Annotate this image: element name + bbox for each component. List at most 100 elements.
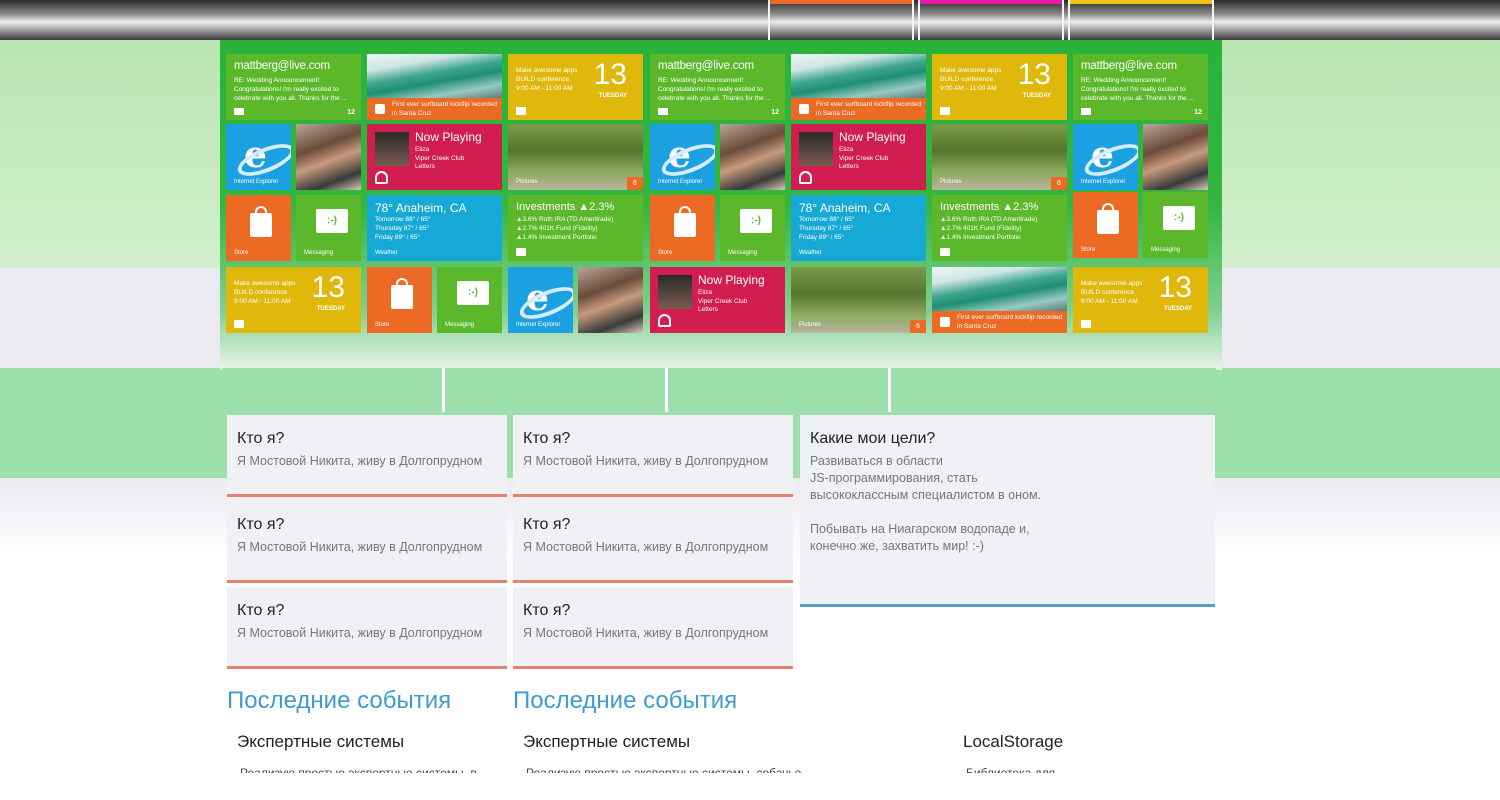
messaging-tile-3[interactable]: :-) Messaging [1143, 192, 1208, 258]
rss-icon [799, 104, 809, 114]
now-playing-tile-2[interactable]: Now Playing Eliza Viper Creek Club Lette… [791, 124, 926, 190]
album-art [799, 132, 833, 166]
shopping-bag-icon [391, 278, 413, 309]
calendar-event: Make awesome apps BUILD conference 9:00 … [940, 67, 1002, 92]
now-playing-tile-3[interactable]: Now Playing Eliza Viper Creek Club Lette… [650, 267, 785, 333]
about-card[interactable]: Кто я? Я Мостовой Никита, живу в Долгопр… [227, 415, 507, 497]
calendar-day: 13 [1158, 271, 1192, 304]
people-tile-4[interactable] [578, 267, 643, 333]
people-tile[interactable] [296, 124, 361, 190]
speech-bubble-icon: :-) [1163, 206, 1195, 230]
album-art [658, 275, 692, 309]
card-text: Развиваться в области JS-программировани… [810, 454, 1042, 553]
speech-bubble-icon: :-) [457, 281, 489, 305]
weather-city: 78° Anaheim, CA [799, 201, 891, 215]
about-card[interactable]: Кто я? Я Мостовой Никита, живу в Долгопр… [513, 501, 793, 583]
investments-tile[interactable]: Investments ▲2.3% ▲3.6% Roth IRA (TD Ame… [508, 195, 643, 261]
card-title: Кто я? [523, 430, 571, 447]
weather-forecast: Tomorrow 88° / 65° Thursday 87° / 65° Fr… [375, 216, 431, 241]
strip-cell[interactable] [222, 368, 445, 412]
event-snippet: Библиотека для [966, 766, 1056, 773]
about-card[interactable]: Кто я? Я Мостовой Никита, живу в Долгопр… [513, 587, 793, 669]
event-title[interactable]: LocalStorage [963, 732, 1063, 752]
calendar-tile-2[interactable]: Make awesome apps BUILD conference 9:00 … [932, 54, 1067, 120]
weather-tile[interactable]: 78° Anaheim, CA Tomorrow 88° / 65° Thurs… [367, 195, 502, 261]
pictures-tile-2[interactable]: Pictures 6 [932, 124, 1067, 190]
goals-card[interactable]: Какие мои цели? Развиваться в области JS… [800, 415, 1215, 607]
investments-tile-2[interactable]: Investments ▲2.3% ▲3.6% Roth IRA (TD Ame… [932, 195, 1067, 261]
speech-bubble-icon: :-) [740, 209, 772, 233]
about-card[interactable]: Кто я? Я Мостовой Никита, живу в Долгопр… [227, 501, 507, 583]
pictures-label: Pictures [799, 322, 821, 328]
strip-cell[interactable] [891, 368, 1216, 412]
now-playing-meta: Eliza Viper Creek Club Letters [415, 146, 464, 172]
calendar-day: 13 [1017, 58, 1051, 91]
artist: Eliza [839, 146, 854, 153]
investments-title: Investments ▲2.3% [940, 201, 1039, 213]
calendar-day: 13 [593, 58, 627, 91]
surf-news-tile-2[interactable]: First ever surfboard kickflip recorded i… [791, 54, 926, 120]
card-title: Кто я? [523, 602, 571, 619]
store-tile-3[interactable]: Store [1073, 192, 1138, 258]
mail-tile[interactable]: mattberg@live.com RE: Wedding Announceme… [226, 54, 361, 120]
pictures-tile-3[interactable]: Pictures 6 [791, 267, 926, 333]
track: Letters [839, 163, 859, 170]
nav-tab-orange[interactable] [768, 0, 914, 40]
surf-news-tile-3[interactable]: First ever surfboard kickflip recorded i… [932, 267, 1067, 333]
pictures-count: 6 [910, 320, 926, 333]
card-title: Кто я? [523, 516, 571, 533]
people-tile-2[interactable] [720, 124, 785, 190]
weather-forecast: Tomorrow 88° / 65° Thursday 87° / 65° Fr… [799, 216, 855, 241]
now-playing-tile[interactable]: Now Playing Eliza Viper Creek Club Lette… [367, 124, 502, 190]
mail-tile-3[interactable]: mattberg@live.com RE: Wedding Announceme… [1073, 54, 1208, 120]
store-tile-2[interactable]: Store [650, 195, 715, 261]
store-label: Store [234, 250, 249, 256]
calendar-event: Make awesome apps BUILD conference 9:00 … [516, 67, 578, 92]
calendar-tile-4[interactable]: Make awesome apps BUILD conference 9:00 … [1073, 267, 1208, 333]
ie-tile-3[interactable]: e Internet Explorer [1073, 124, 1138, 190]
people-tile-3[interactable] [1143, 124, 1208, 190]
pictures-tile[interactable]: Pictures 6 [508, 124, 643, 190]
store-tile[interactable]: Store [226, 195, 291, 261]
strip-cell[interactable] [668, 368, 891, 412]
album-art [375, 132, 409, 166]
surf-news-tile[interactable]: First ever surfboard kickflip recorded i… [367, 54, 502, 120]
mail-tile-2[interactable]: mattberg@live.com RE: Wedding Announceme… [650, 54, 785, 120]
surf-caption: First ever surfboard kickflip recorded i… [816, 101, 922, 117]
surf-caption: First ever surfboard kickflip recorded i… [957, 314, 1063, 330]
store-tile-4[interactable]: Store [367, 267, 432, 333]
about-card[interactable]: Кто я? Я Мостовой Никита, живу в Долгопр… [227, 587, 507, 669]
speech-bubble-icon: :-) [316, 209, 348, 233]
investments-rows: ▲3.6% Roth IRA (TD Ameritrade) ▲2.7% 401… [940, 216, 1038, 241]
calendar-tile[interactable]: Make awesome apps BUILD conference 9:00 … [508, 54, 643, 120]
messaging-tile[interactable]: :-) Messaging [296, 195, 361, 261]
about-card[interactable]: Кто я? Я Мостовой Никита, живу в Долгопр… [513, 415, 793, 497]
event-title[interactable]: Экспертные системы [523, 732, 690, 752]
nav-tab-yellow[interactable] [1068, 0, 1214, 40]
track: Letters [698, 306, 718, 313]
strip-cell[interactable] [445, 368, 668, 412]
weather-tile-2[interactable]: 78° Anaheim, CA Tomorrow 88° / 65° Thurs… [791, 195, 926, 261]
mail-count: 12 [771, 109, 779, 116]
surf-caption-bar: First ever surfboard kickflip recorded i… [367, 98, 502, 120]
event-title[interactable]: Экспертные системы [237, 732, 404, 752]
ie-label: Internet Explorer [1081, 179, 1126, 185]
calendar-tile-3[interactable]: Make awesome apps BUILD conference 9:00 … [226, 267, 361, 333]
card-title: Какие мои цели? [810, 430, 936, 447]
now-playing-meta: Eliza Viper Creek Club Letters [839, 146, 888, 172]
messaging-tile-4[interactable]: :-) Messaging [437, 267, 502, 333]
calendar-event: Make awesome apps BUILD conference 9:00 … [234, 280, 296, 305]
messaging-label: Messaging [728, 250, 758, 256]
shopping-bag-icon [250, 206, 272, 237]
messaging-tile-2[interactable]: :-) Messaging [720, 195, 785, 261]
ie-tile-4[interactable]: e Internet Explorer [508, 267, 573, 333]
mail-address: mattberg@live.com [1081, 60, 1177, 72]
start-screen-tile-wall: mattberg@live.com RE: Wedding Announceme… [220, 40, 1222, 370]
ie-tile-2[interactable]: e Internet Explorer [650, 124, 715, 190]
investments-title: Investments ▲2.3% [516, 201, 615, 213]
ie-tile[interactable]: e Internet Explorer [226, 124, 291, 190]
surf-photo [367, 54, 502, 98]
nav-tab-magenta[interactable] [918, 0, 1064, 40]
mail-message: RE: Wedding Announcement! Congratulation… [1081, 77, 1194, 102]
rss-icon [940, 317, 950, 327]
